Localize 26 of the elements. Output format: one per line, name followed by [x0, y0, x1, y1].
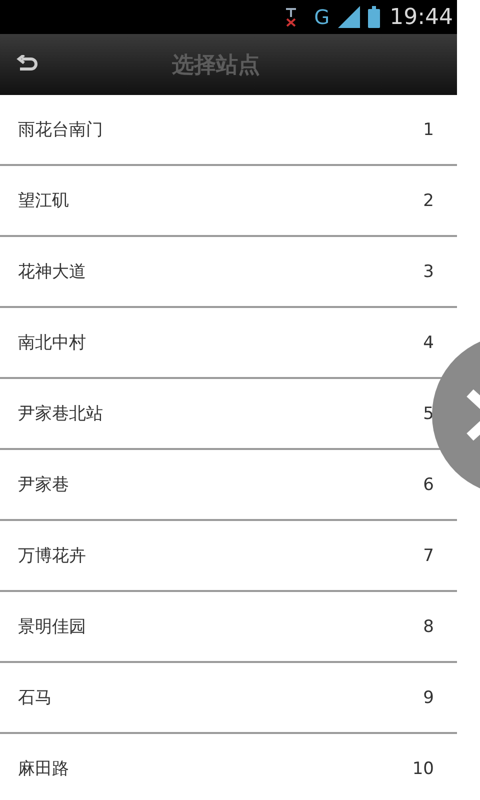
- station-name: 万博花卉: [18, 545, 86, 567]
- clock: 19:44: [390, 4, 453, 30]
- station-name: 麻田路: [18, 758, 69, 780]
- station-number: 8: [423, 616, 434, 636]
- station-name: 景明佳园: [18, 616, 86, 638]
- network-type: G: [314, 5, 330, 29]
- signal-icon: [336, 6, 362, 28]
- screen-title: 选择站点: [172, 52, 260, 80]
- station-number: 2: [423, 190, 434, 210]
- station-number: 7: [423, 546, 434, 566]
- station-name: 南北中村: [18, 332, 86, 354]
- station-number: 5: [423, 404, 434, 424]
- station-number: 3: [423, 262, 434, 282]
- station-number: 10: [412, 758, 434, 778]
- station-number: 1: [423, 120, 434, 140]
- station-name: 雨花台南门: [18, 119, 103, 141]
- station-number: 9: [423, 688, 434, 708]
- battery-icon: [368, 6, 380, 28]
- station-name: 花神大道: [18, 261, 86, 283]
- station-name: 石马: [18, 687, 52, 709]
- station-number: 4: [423, 332, 434, 352]
- station-name: 望江矶: [18, 190, 69, 212]
- station-name: 尹家巷: [18, 474, 69, 496]
- station-name: 尹家巷北站: [18, 403, 103, 425]
- no-sim-icon: [284, 7, 298, 27]
- station-number: 6: [423, 474, 434, 494]
